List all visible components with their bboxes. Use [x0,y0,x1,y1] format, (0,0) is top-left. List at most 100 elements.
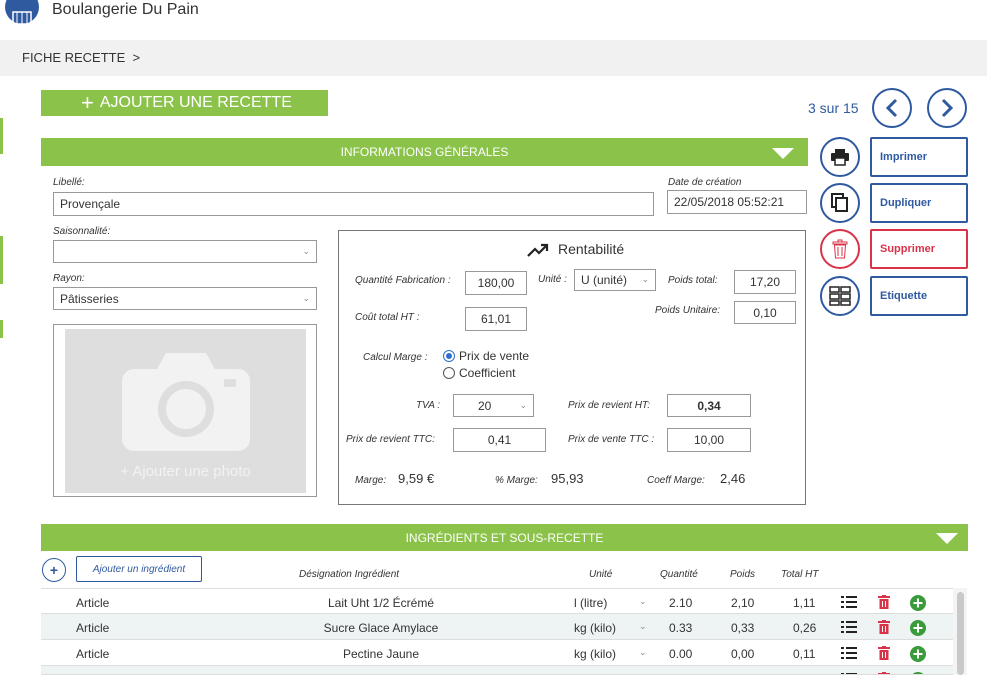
libelle-label: Libellé: [53,177,85,188]
prix-revient-ht-label: Prix de revient HT: [568,400,651,411]
row-designation: Sucre Glace Amylace [323,621,439,635]
info-section-title: INFORMATIONS GÉNÉRALES [340,145,509,159]
qte-fabrication-input[interactable]: 180,00 [465,271,527,295]
left-accent [0,320,3,338]
row-unite[interactable]: l (litre) [574,596,607,610]
row-poids: 0,00 [731,647,755,661]
date-field[interactable]: 22/05/2018 05:52:21 [667,190,807,214]
poids-total-label: Poids total: [668,275,718,286]
prix-revient-ttc-label: Prix de revient TTC: [346,434,435,445]
add-circle-icon[interactable] [910,620,926,636]
tva-value: 20 [478,398,492,413]
column-header-quantite: Quantité [660,569,698,580]
row-type: Article [76,621,110,635]
radio-coefficient-label[interactable]: Coefficient [459,366,515,380]
ingredients-section-title: INGRÉDIENTS ET SOUS-RECETTE [405,530,604,545]
row-unite[interactable]: kg (kilo) [574,647,616,661]
next-button[interactable] [927,88,967,128]
poids-unitaire-label: Poids Unitaire: [655,305,721,316]
unite-select[interactable]: U (unité) ⌄ [574,269,656,291]
add-ingredient-plus-icon[interactable]: + [42,558,66,582]
left-accent [0,118,3,154]
print-icon[interactable] [820,137,860,177]
radio-prix-de-vente[interactable] [443,350,455,362]
row-quantite[interactable]: 0.33 [669,621,692,635]
prix-vente-ttc-input[interactable]: 10,00 [667,428,751,452]
marge-label: Marge: [355,475,387,486]
shop-logo-icon [5,0,39,24]
tva-select[interactable]: 20 ⌄ [453,394,534,417]
rayon-select[interactable]: Pâtisseries ⌄ [53,287,317,310]
collapse-triangle-icon[interactable] [772,148,794,159]
saison-label: Saisonnalité: [53,226,111,237]
profitability-panel: Rentabilité Quantité Fabrication : 180,0… [338,230,806,505]
row-designation: Lait Uht 1/2 Écrémé [327,596,435,610]
add-circle-icon[interactable] [910,595,926,611]
row-total: 0,26 [793,621,817,635]
libelle-input[interactable]: Provençale [53,192,654,216]
row-poids: 0,33 [731,621,755,635]
ingredients-section-header[interactable]: INGRÉDIENTS ET SOUS-RECETTE [41,524,968,551]
poids-total-input[interactable]: 17,20 [734,270,796,294]
tva-label: TVA : [416,400,441,411]
chevron-right-icon [941,98,954,118]
table-row[interactable]: Article Pectine Jaune kg (kilo) ⌄ 0.00 0… [41,640,953,666]
trash-icon[interactable] [878,620,890,634]
prix-vente-ttc-label: Prix de vente TTC : [568,434,655,445]
list-details-icon[interactable] [841,646,857,660]
radio-prix-de-vente-label[interactable]: Prix de vente [459,349,529,363]
profitability-title: Rentabilité [558,241,625,257]
table-row[interactable]: Article Sucre Glace Amylace kg (kilo) ⌄ … [41,614,953,640]
photo-upload-box[interactable]: + Ajouter une photo [53,324,317,497]
pourcent-marge-label: % Marge: [495,475,538,486]
pourcent-marge-value: 95,93 [551,471,584,486]
prix-revient-ttc-field: 0,41 [453,428,546,452]
duplicate-icon[interactable] [820,183,860,223]
collapse-triangle-icon[interactable] [936,533,958,544]
prix-revient-ht-field: 0,34 [667,394,751,417]
column-header-unite: Unité [589,569,613,580]
chevron-down-icon: ⌄ [639,596,647,606]
trending-up-icon [527,243,549,257]
row-unite[interactable]: kg (kilo) [574,621,616,635]
print-button[interactable]: Imprimer [870,137,968,177]
chevron-down-icon: ⌄ [302,245,310,256]
trash-icon[interactable] [820,229,860,269]
left-accent [0,236,3,284]
trash-icon[interactable] [878,646,890,660]
marge-value: 9,59 € [398,471,435,486]
trash-icon[interactable] [878,595,890,609]
table-row[interactable] [41,666,953,675]
breadcrumb[interactable]: FICHE RECETTE > [22,50,140,65]
list-details-icon[interactable] [841,595,857,609]
scrollbar-thumb[interactable] [957,592,964,675]
table-row[interactable]: Article Lait Uht 1/2 Écrémé l (litre) ⌄ … [41,588,953,614]
duplicate-button[interactable]: Dupliquer [870,183,968,223]
rayon-value: Pâtisseries [60,291,119,306]
row-quantite[interactable]: 0.00 [669,647,692,661]
row-quantite[interactable]: 2.10 [669,596,692,610]
rayon-label: Rayon: [53,273,85,284]
pager-counter: 3 sur 15 [808,100,859,116]
info-section-header[interactable]: INFORMATIONS GÉNÉRALES [41,138,808,166]
add-circle-icon[interactable] [910,646,926,662]
add-recipe-button[interactable]: + AJOUTER UNE RECETTE [41,90,328,116]
poids-unitaire-input[interactable]: 0,10 [734,301,796,324]
radio-coefficient[interactable] [443,367,455,379]
row-type: Article [76,596,110,610]
saison-select[interactable]: ⌄ [53,240,317,263]
chevron-down-icon: ⌄ [639,621,647,631]
add-ingredient-button[interactable]: Ajouter un ingrédient [76,556,202,582]
label-button[interactable]: Etiquette [870,276,968,316]
add-recipe-label: AJOUTER UNE RECETTE [99,94,292,111]
label-grid-icon[interactable] [820,276,860,316]
column-header-total: Total HT [781,569,819,580]
column-header-designation: Désignation Ingrédient [299,569,400,580]
previous-button[interactable] [872,88,912,128]
list-details-icon[interactable] [841,620,857,634]
unite-label: Unité : [538,274,567,285]
delete-button[interactable]: Supprimer [870,229,968,269]
cout-total-input[interactable]: 61,01 [465,307,527,331]
plus-icon: + [81,90,94,115]
chevron-down-icon: ⌄ [519,399,527,410]
